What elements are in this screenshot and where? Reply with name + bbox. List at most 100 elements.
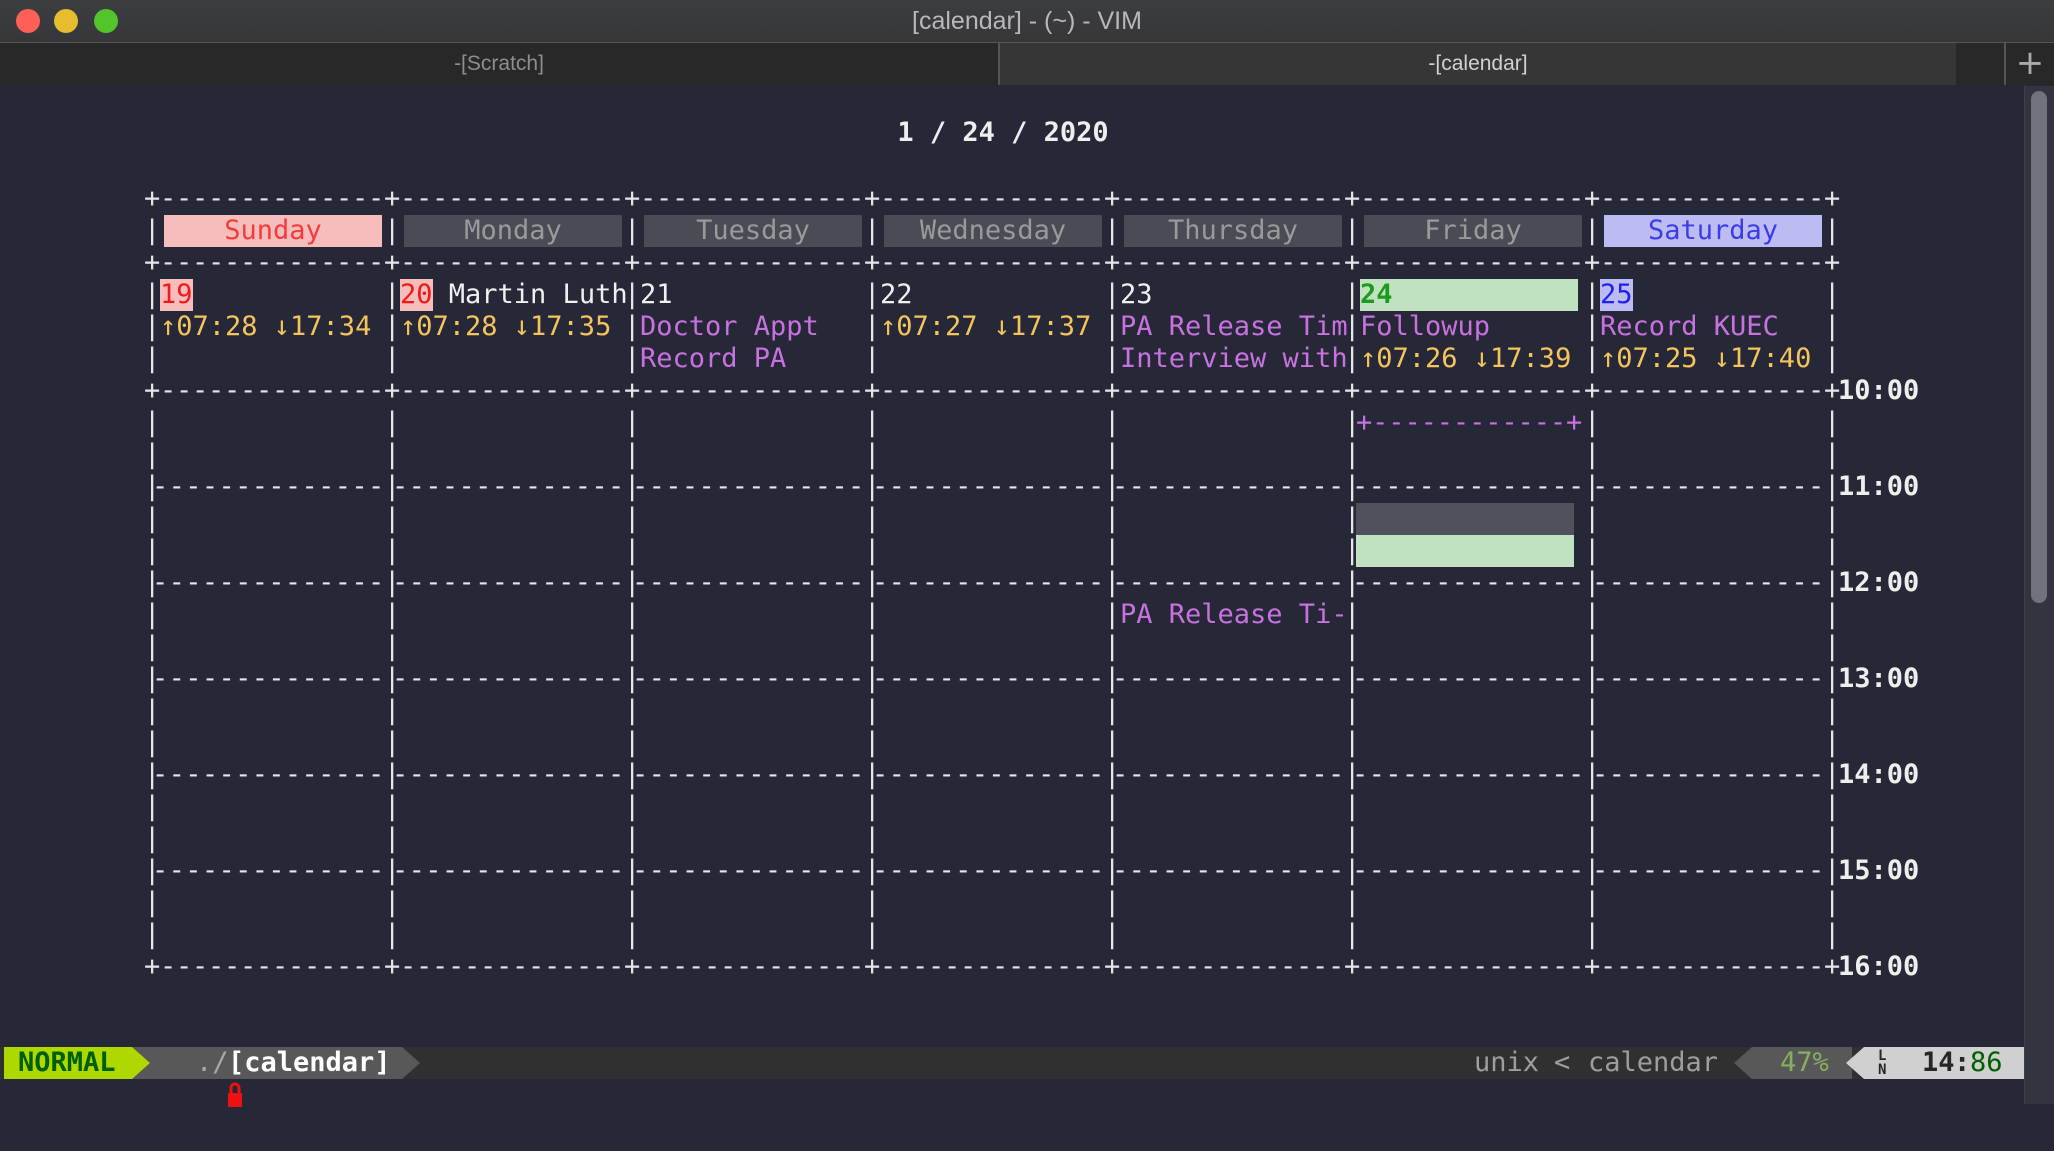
time-divider: |: [384, 791, 401, 822]
hour-divider: --------------: [1352, 759, 1585, 790]
time-divider: |: [624, 791, 641, 822]
tab-bar: -[Scratch] -[calendar] +: [0, 43, 2054, 85]
holiday-label[interactable]: Martin Luth: [433, 279, 628, 310]
cell-divider: |: [144, 311, 161, 342]
sun-times: ↑07:28 ↓17:34: [160, 311, 372, 342]
grid-header-border: + - - - - - - - - - - - - - - + - - - - - - - - - - - - - - + - - - - - - - - -…: [144, 247, 1841, 278]
header-divider: |: [1824, 215, 1841, 246]
hour-divider-bar: |: [1344, 759, 1361, 790]
date-22[interactable]: 22: [880, 279, 913, 311]
time-divider: |: [864, 919, 881, 950]
hour-divider-bar: |: [384, 663, 401, 694]
hour-divider: --------------: [632, 471, 865, 502]
date-23[interactable]: 23: [1120, 279, 1153, 311]
day-header-saturday[interactable]: Saturday: [1604, 215, 1822, 247]
cursor-colon: :: [1954, 1047, 1971, 1078]
cell-divider: |: [624, 311, 641, 342]
time-divider: |: [1584, 791, 1601, 822]
hour-divider: --------------: [152, 759, 385, 790]
header-divider: |: [144, 215, 161, 246]
hour-divider-bar: |: [1584, 759, 1601, 790]
cell-divider: |: [1104, 311, 1121, 342]
day-header-thursday[interactable]: Thursday: [1124, 215, 1342, 247]
calendar-date-heading: 1 / 24 / 2020: [897, 117, 1109, 148]
hour-divider: --------------: [1592, 759, 1825, 790]
cell-divider: |: [864, 311, 881, 342]
cell-divider: |: [384, 279, 401, 310]
timed-event[interactable]: PA Release Ti-: [1120, 599, 1348, 631]
position-arrow: [1844, 1047, 1864, 1079]
event-item[interactable]: Doctor Appt: [640, 311, 819, 343]
time-divider: |: [144, 823, 161, 854]
date-21[interactable]: 21: [640, 279, 673, 311]
cell-divider: |: [1344, 279, 1361, 310]
time-divider: |: [1584, 823, 1601, 854]
friday-event-box-top[interactable]: + - - - - - - - - - - - - +: [1356, 407, 1582, 439]
event-item[interactable]: Followup: [1360, 311, 1490, 343]
cell-divider: |: [384, 311, 401, 342]
time-divider: |: [384, 407, 401, 438]
day-header-friday[interactable]: Friday: [1364, 215, 1582, 247]
time-divider: |: [1344, 791, 1361, 822]
time-divider: |: [144, 887, 161, 918]
time-divider: |: [144, 439, 161, 470]
hour-divider: --------------: [152, 567, 385, 598]
date-25[interactable]: 25: [1600, 279, 1633, 311]
percent-arrow: [1734, 1047, 1752, 1079]
hour-divider-bar: |: [384, 855, 401, 886]
header-divider: |: [624, 215, 641, 246]
day-header-monday[interactable]: Monday: [404, 215, 622, 247]
date-20[interactable]: 20 Martin Luth: [400, 279, 628, 311]
time-divider: |: [864, 791, 881, 822]
fileformat: unix: [1474, 1047, 1540, 1078]
time-divider: |: [144, 727, 161, 758]
friday-today-slot[interactable]: [1356, 535, 1574, 567]
time-divider: |: [1344, 887, 1361, 918]
day-header-wednesday[interactable]: Wednesday: [884, 215, 1102, 247]
hour-label-11:00: 11:00: [1838, 471, 1920, 502]
time-divider: |: [144, 599, 161, 630]
date-19[interactable]: 19: [160, 279, 193, 311]
time-divider: |: [1824, 599, 1841, 630]
time-divider: |: [1824, 823, 1841, 854]
tab-scratch[interactable]: -[Scratch]: [0, 43, 998, 85]
date-number: 25: [1600, 279, 1633, 311]
event-item[interactable]: Record KUEC: [1600, 311, 1779, 343]
hour-divider-bar: |: [624, 855, 641, 886]
header-divider: |: [384, 215, 401, 246]
event-item[interactable]: Interview with: [1120, 343, 1348, 375]
time-divider: |: [1344, 919, 1361, 950]
scrollbar-thumb[interactable]: [2031, 91, 2047, 603]
hour-divider: --------------: [1352, 471, 1585, 502]
date-number: 22: [880, 279, 913, 310]
hour-label-15:00: 15:00: [1838, 855, 1920, 886]
vertical-scrollbar[interactable]: [2024, 86, 2054, 1104]
tab-calendar[interactable]: -[calendar]: [998, 43, 1956, 85]
hour-divider: --------------: [1112, 759, 1345, 790]
hour-divider-bar: |: [624, 567, 641, 598]
day-header-sunday[interactable]: Sunday: [164, 215, 382, 247]
time-divider: |: [1584, 695, 1601, 726]
hour-divider-bar: |: [1344, 855, 1361, 886]
event-item[interactable]: PA Release Tim: [1120, 311, 1348, 343]
hour-divider: --------------: [1592, 855, 1825, 886]
hour-label-16:00: 16:00: [1838, 951, 1920, 982]
cell-divider: |: [864, 279, 881, 310]
event-item[interactable]: Record PA: [640, 343, 786, 375]
new-tab-button[interactable]: +: [2004, 43, 2054, 85]
time-divider: |: [1584, 503, 1601, 534]
time-divider: |: [1104, 535, 1121, 566]
date-24[interactable]: 24: [1360, 279, 1578, 311]
day-header-tuesday[interactable]: Tuesday: [644, 215, 862, 247]
cell-divider: |: [384, 343, 401, 374]
hour-divider-bar: |: [1104, 855, 1121, 886]
hour-divider: --------------: [632, 663, 865, 694]
hour-label-13:00: 13:00: [1838, 663, 1920, 694]
hour-divider: --------------: [152, 471, 385, 502]
time-divider: |: [1584, 727, 1601, 758]
hour-divider-bar: |: [1344, 471, 1361, 502]
time-divider: |: [624, 631, 641, 662]
time-divider: |: [864, 695, 881, 726]
time-divider: |: [144, 695, 161, 726]
friday-slot-selection[interactable]: [1356, 503, 1574, 535]
